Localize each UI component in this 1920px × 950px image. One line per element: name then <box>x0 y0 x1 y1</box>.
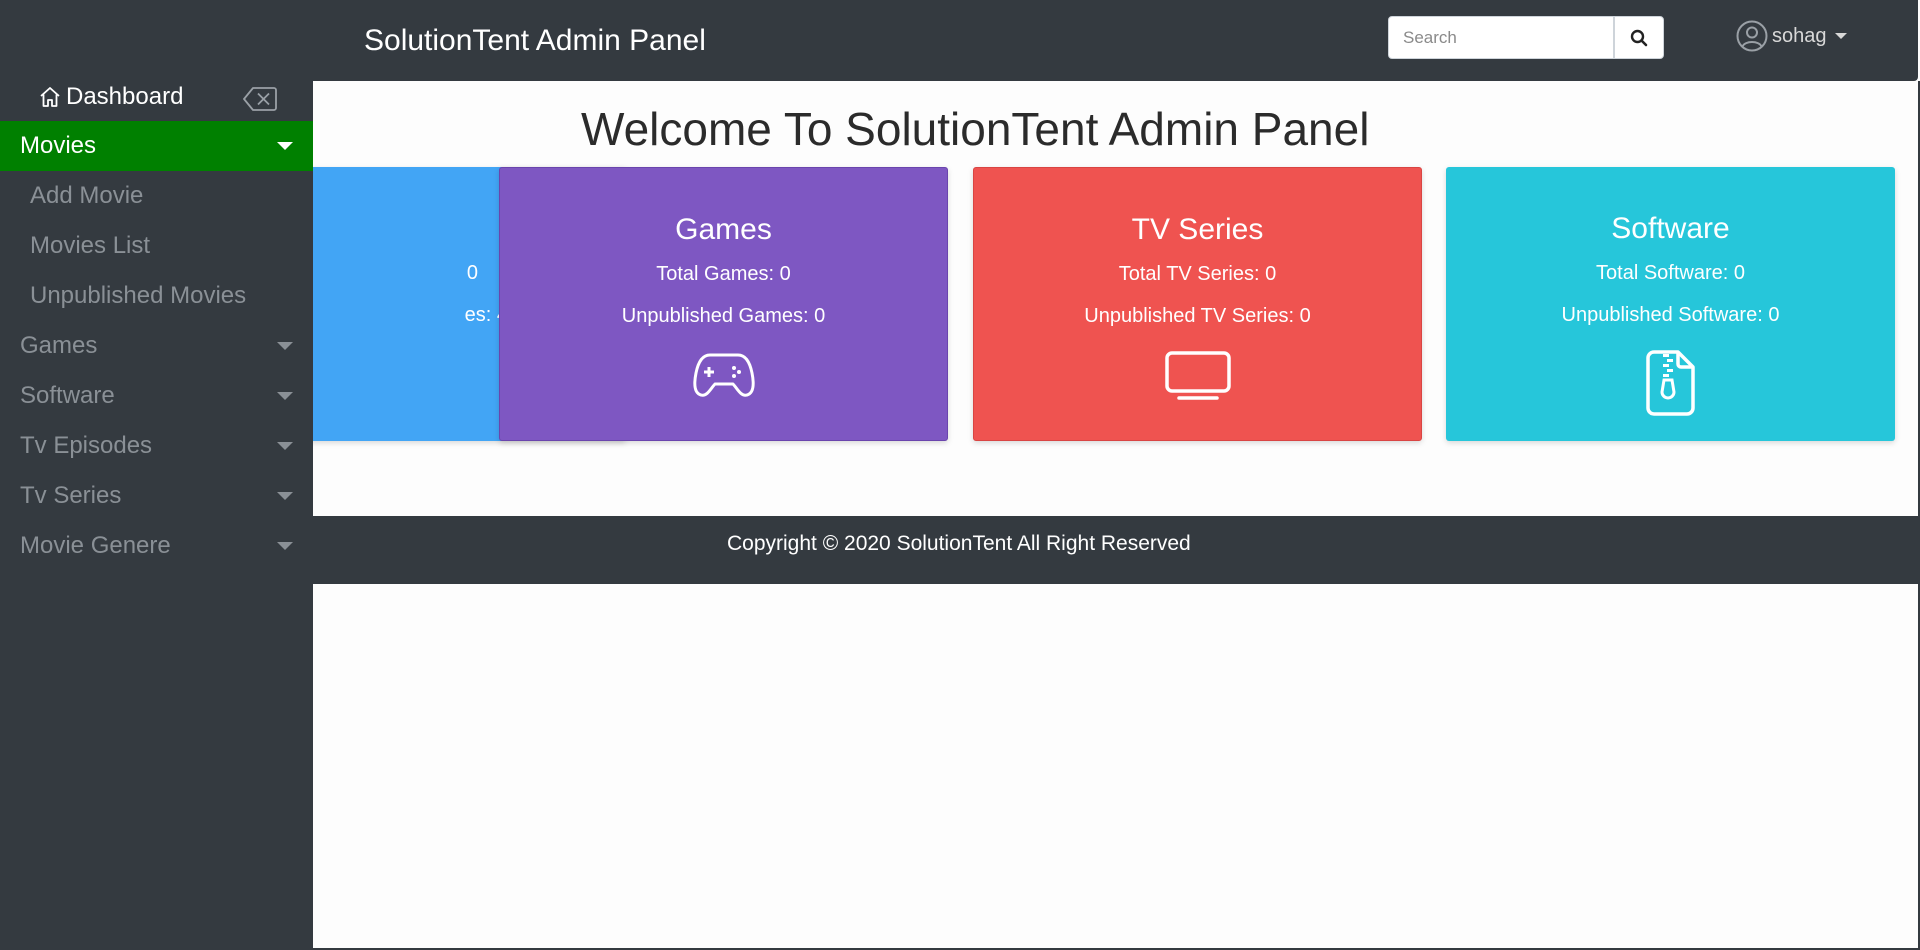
sidebar-item-label: Tv Episodes <box>20 432 153 459</box>
sidebar-item-label: Tv Series <box>20 482 122 509</box>
gamepad-icon <box>692 351 756 404</box>
sidebar-header: Dashboard <box>0 81 313 121</box>
caret-down-icon <box>277 542 293 550</box>
sidebar-item-label: Movies <box>20 132 97 159</box>
copyright-text: Copyright © 2020 SolutionTent All Right … <box>727 532 1191 555</box>
card-unpublished: Unpublished Games: 0 <box>621 305 826 327</box>
sidebar-item-dashboard[interactable]: Dashboard <box>38 83 183 111</box>
card-movies-line1: 0 <box>466 262 478 284</box>
submenu-item-add-movie[interactable]: Add Movie <box>0 171 313 221</box>
backspace-close-icon <box>243 87 277 111</box>
sidebar-item-software[interactable]: Software <box>0 371 313 421</box>
card-games[interactable]: Games Total Games: 0 Unpublished Games: … <box>499 167 948 441</box>
caret-down-icon <box>277 442 293 450</box>
sidebar: Dashboard Movies Add Movie Movies List U… <box>0 81 313 950</box>
card-unpublished: Unpublished Software: 0 <box>1561 304 1780 326</box>
card-software[interactable]: Software Total Software: 0 Unpublished S… <box>1446 167 1895 441</box>
card-total: Total TV Series: 0 <box>1118 263 1277 285</box>
card-title: Software <box>1611 212 1730 245</box>
caret-down-icon <box>277 392 293 400</box>
sidebar-item-label: Games <box>20 332 98 359</box>
sidebar-item-label: Software <box>20 382 115 409</box>
sidebar-item-tv-episodes[interactable]: Tv Episodes <box>0 421 313 471</box>
file-zip-icon <box>1645 350 1696 421</box>
stat-cards: 0 es: 4 Games Total Games: 0 Unpublished… <box>313 0 1920 950</box>
card-total: Total Games: 0 <box>656 263 791 285</box>
card-tv-series[interactable]: TV Series Total TV Series: 0 Unpublished… <box>973 167 1422 441</box>
submenu-item-unpublished-movies[interactable]: Unpublished Movies <box>0 271 313 321</box>
footer: Copyright © 2020 SolutionTent All Right … <box>313 516 1920 584</box>
caret-down-icon <box>277 142 293 150</box>
sidebar-close-button[interactable] <box>242 85 278 118</box>
sidebar-item-movie-genere[interactable]: Movie Genere <box>0 521 313 571</box>
card-total: Total Software: 0 <box>1596 262 1745 284</box>
tv-icon <box>1164 351 1231 406</box>
card-title: TV Series <box>1131 213 1264 246</box>
caret-down-icon <box>277 342 293 350</box>
caret-down-icon <box>277 492 293 500</box>
sidebar-item-games[interactable]: Games <box>0 321 313 371</box>
sidebar-item-tv-series[interactable]: Tv Series <box>0 471 313 521</box>
card-unpublished: Unpublished TV Series: 0 <box>1084 305 1311 327</box>
dashboard-label: Dashboard <box>66 83 184 110</box>
sidebar-item-label: Movie Genere <box>20 532 171 559</box>
sidebar-menu: Movies Add Movie Movies List Unpublished… <box>0 121 313 571</box>
home-icon <box>40 87 60 107</box>
sidebar-item-movies[interactable]: Movies <box>0 121 313 171</box>
card-title: Games <box>675 213 772 246</box>
submenu-item-movies-list[interactable]: Movies List <box>0 221 313 271</box>
